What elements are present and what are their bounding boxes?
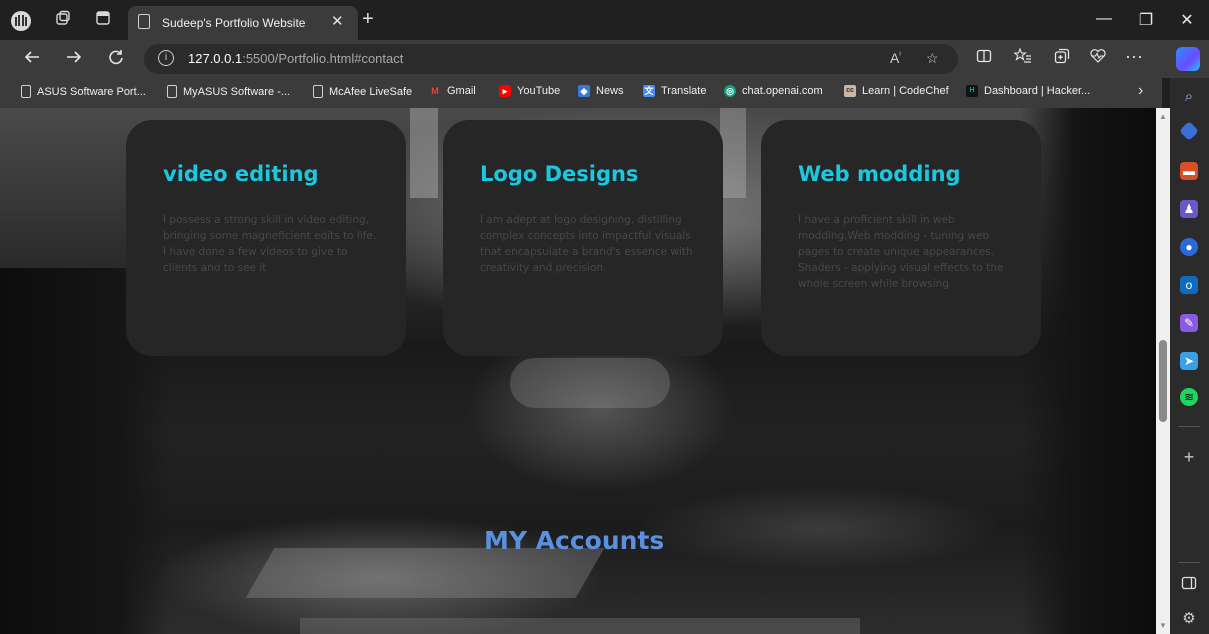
close-button[interactable]: ✕	[1175, 10, 1199, 30]
translate-icon: 文	[643, 85, 655, 97]
search-icon[interactable]: ⌕	[1180, 88, 1198, 106]
restore-button[interactable]: ❐	[1134, 10, 1158, 30]
favorite-item[interactable]: ▸ YouTube	[499, 85, 560, 97]
more-icon[interactable]: ···	[1122, 46, 1146, 67]
scroll-down-arrow[interactable]: ▼	[1159, 621, 1167, 630]
split-screen-icon[interactable]	[972, 48, 996, 69]
scroll-thumb[interactable]	[1159, 340, 1167, 422]
favorite-item[interactable]: ◆ News	[578, 85, 624, 97]
page-icon	[21, 85, 31, 98]
forward-icon[interactable]	[62, 48, 86, 71]
url-path: :5500/Portfolio.html#contact	[242, 51, 404, 66]
scroll-up-arrow[interactable]: ▲	[1159, 112, 1167, 121]
settings-icon[interactable]: ⚙	[1180, 610, 1198, 628]
youtube-icon: ▸	[499, 85, 511, 97]
games-icon[interactable]: ♟	[1180, 200, 1198, 218]
refresh-icon[interactable]	[104, 48, 128, 71]
tab-actions-icon[interactable]	[92, 10, 114, 32]
url-host: 127.0.0.1	[188, 51, 243, 66]
gmail-icon: M	[431, 86, 439, 96]
favorites-overflow-button[interactable]: ›	[1138, 82, 1143, 100]
service-card: Web modding I have a proficient skill in…	[761, 120, 1041, 356]
new-tab-button[interactable]: +	[362, 8, 374, 31]
card-title: Web modding	[798, 162, 961, 186]
favorite-item[interactable]: ◎ chat.openai.com	[724, 85, 823, 97]
card-text: I possess a strong skill in video editin…	[163, 214, 377, 274]
sidebar-divider	[1178, 562, 1200, 563]
page-icon	[313, 85, 323, 98]
copilot-icon[interactable]	[1176, 47, 1200, 71]
minimize-button[interactable]: —	[1092, 10, 1116, 28]
favorite-label: Gmail	[447, 85, 476, 97]
favorites-bar: ASUS Software Port... MyASUS Software -.…	[0, 78, 1162, 108]
title-bar: Sudeep's Portfolio Website ✕ + — ❐ ✕	[0, 0, 1209, 40]
tag-icon[interactable]	[1179, 121, 1199, 141]
card-text: I have a proficient skill in web modding…	[798, 214, 1004, 290]
edge-sidebar: ⌕ ▬ ♟ ● o ✎ ➤ ≋ + ⚙	[1170, 78, 1209, 634]
profile-icon[interactable]	[10, 10, 32, 32]
browser-window: Sudeep's Portfolio Website ✕ + — ❐ ✕ i 1…	[0, 0, 1209, 634]
page-scrollbar[interactable]: ▲ ▼	[1156, 108, 1170, 634]
favorite-item[interactable]: cc Learn | CodeChef	[844, 85, 949, 97]
toolbox-icon[interactable]: ▬	[1180, 162, 1198, 180]
tab-close-icon[interactable]: ✕	[331, 12, 344, 30]
favorite-label: Dashboard | Hacker...	[984, 85, 1091, 97]
card-text: I am adept at logo designing, distilling…	[480, 214, 693, 274]
spotify-icon[interactable]: ≋	[1180, 388, 1198, 406]
hackerrank-icon: H	[966, 85, 978, 97]
favorite-label: Translate	[661, 85, 707, 97]
service-card: Logo Designs I am adept at logo designin…	[443, 120, 723, 356]
favorite-label: News	[596, 85, 624, 97]
accounts-heading: MY Accounts	[484, 526, 665, 555]
favorite-item[interactable]: H Dashboard | Hacker...	[966, 85, 1090, 97]
add-icon[interactable]: +	[1180, 448, 1198, 466]
designer-icon[interactable]: ✎	[1180, 314, 1198, 332]
service-card: video editing I possess a strong skill i…	[126, 120, 406, 356]
copilot-circle-icon[interactable]: ●	[1180, 238, 1198, 256]
info-icon[interactable]: i	[158, 50, 174, 66]
favorite-label: Learn | CodeChef	[862, 85, 949, 97]
workspaces-icon[interactable]	[52, 10, 74, 32]
favorite-label: YouTube	[517, 85, 561, 97]
read-aloud-icon[interactable]: Aᴵ	[890, 50, 901, 66]
page-viewport: video editing I possess a strong skill i…	[0, 108, 1156, 634]
codechef-icon: cc	[844, 85, 856, 97]
favorite-item[interactable]: M Gmail	[429, 85, 476, 97]
url-text[interactable]: 127.0.0.1:5500/Portfolio.html#contact	[188, 51, 403, 66]
favorites-icon[interactable]	[1011, 47, 1035, 69]
address-bar[interactable]: i 127.0.0.1:5500/Portfolio.html#contact …	[144, 44, 958, 74]
tab-title: Sudeep's Portfolio Website	[162, 16, 306, 30]
star-icon[interactable]: ☆	[926, 50, 939, 67]
tab-active[interactable]: Sudeep's Portfolio Website ✕	[128, 6, 358, 40]
sidebar-divider	[1178, 426, 1200, 427]
favorite-label: chat.openai.com	[742, 85, 823, 97]
favorite-label: ASUS Software Port...	[37, 85, 146, 98]
favorite-item[interactable]: McAfee LiveSafe	[313, 85, 412, 98]
page-icon	[167, 85, 177, 98]
navigation-bar: i 127.0.0.1:5500/Portfolio.html#contact …	[0, 40, 1209, 78]
favorite-label: McAfee LiveSafe	[329, 85, 413, 98]
card-title: video editing	[163, 162, 319, 186]
favorite-label: MyASUS Software -...	[183, 85, 290, 98]
card-title: Logo Designs	[480, 162, 639, 186]
favorite-item[interactable]: MyASUS Software -...	[167, 85, 290, 98]
heart-pulse-icon[interactable]	[1086, 48, 1110, 69]
back-icon[interactable]	[20, 48, 44, 71]
collections-icon[interactable]	[1050, 48, 1074, 69]
openai-icon: ◎	[724, 85, 736, 97]
page-icon	[138, 14, 150, 29]
send-icon[interactable]: ➤	[1180, 352, 1198, 370]
favorite-item[interactable]: 文 Translate	[643, 85, 706, 97]
sidebar-toggle-icon[interactable]	[1180, 576, 1198, 594]
news-icon: ◆	[578, 85, 590, 97]
outlook-icon[interactable]: o	[1180, 276, 1198, 294]
favorite-item[interactable]: ASUS Software Port...	[21, 85, 146, 98]
